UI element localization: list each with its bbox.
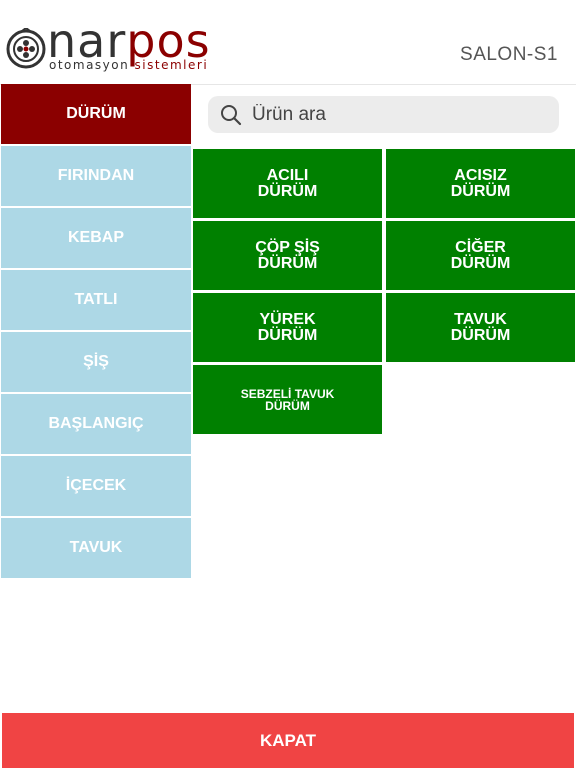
product-cop-sis-durum[interactable]: ÇÖP ŞİŞ DÜRÜM xyxy=(193,221,382,290)
logo-subtitle: otomasyon sistemleri xyxy=(49,58,208,72)
category-tavuk[interactable]: TAVUK xyxy=(1,518,191,578)
category-sis[interactable]: ŞİŞ xyxy=(1,332,191,392)
product-yurek-durum[interactable]: YÜREK DÜRÜM xyxy=(193,293,382,362)
narpos-logo: narpos otomasyon sistemleri xyxy=(5,18,220,78)
product-tavuk-durum[interactable]: TAVUK DÜRÜM xyxy=(386,293,575,362)
category-baslangic[interactable]: BAŞLANGIÇ xyxy=(1,394,191,454)
product-ciger-durum[interactable]: CİĞER DÜRÜM xyxy=(386,221,575,290)
category-kebap[interactable]: KEBAP xyxy=(1,208,191,268)
product-sebzeli-tavuk-durum[interactable]: SEBZELİ TAVUK DÜRÜM xyxy=(193,365,382,434)
category-firindan[interactable]: FIRINDAN xyxy=(1,146,191,206)
header: narpos otomasyon sistemleri SALON-S1 xyxy=(0,0,576,85)
product-acili-durum[interactable]: ACILI DÜRÜM xyxy=(193,149,382,218)
search-bar[interactable] xyxy=(208,96,559,133)
search-icon xyxy=(221,104,242,125)
category-durum[interactable]: DÜRÜM xyxy=(1,84,191,144)
search-input[interactable] xyxy=(250,102,554,127)
category-tatli[interactable]: TATLI xyxy=(1,270,191,330)
logo-sub-2: sistemleri xyxy=(134,58,209,72)
product-grid: ACILI DÜRÜM ACISIZ DÜRÜM ÇÖP ŞİŞ DÜRÜM C… xyxy=(193,149,576,434)
logo-mark-icon xyxy=(6,28,46,69)
category-icecek[interactable]: İÇECEK xyxy=(1,456,191,516)
category-sidebar: DÜRÜM FIRINDAN KEBAP TATLI ŞİŞ BAŞLANGIÇ… xyxy=(0,84,192,580)
close-button[interactable]: KAPAT xyxy=(2,713,574,768)
table-name: SALON-S1 xyxy=(460,44,558,65)
logo-sub-1: otomasyon xyxy=(49,58,135,72)
product-acisiz-durum[interactable]: ACISIZ DÜRÜM xyxy=(386,149,575,218)
